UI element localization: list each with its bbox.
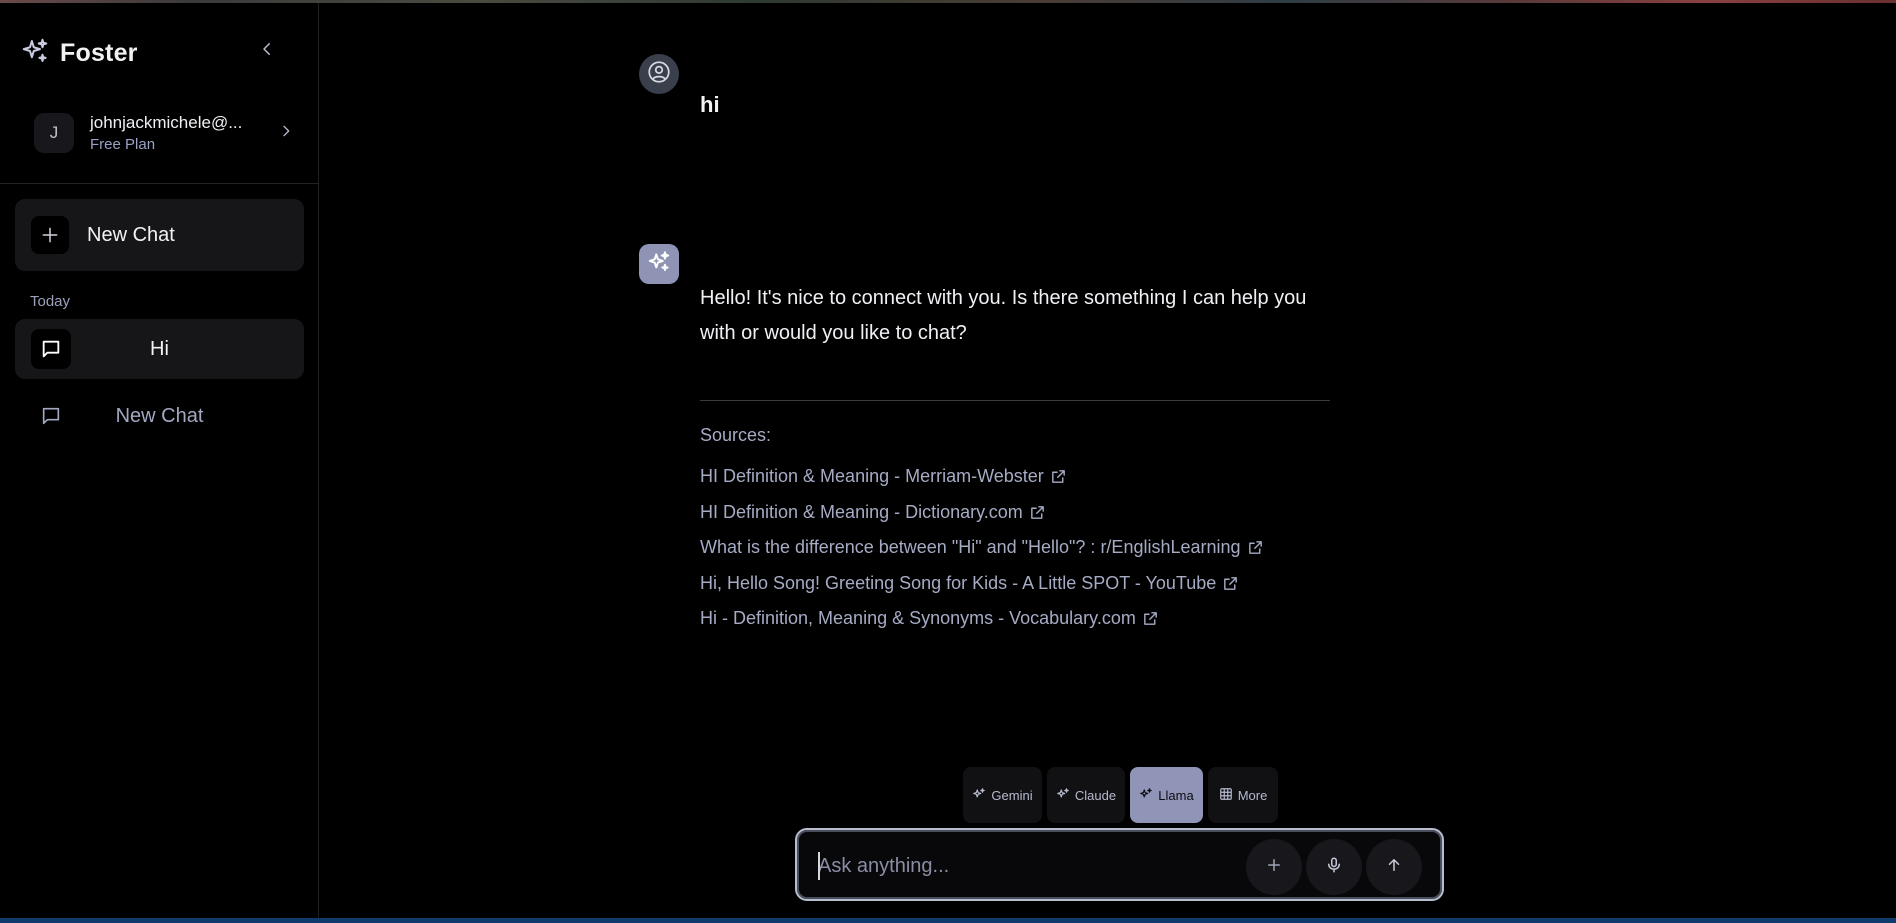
assistant-avatar [639,244,679,284]
plus-icon [1265,856,1283,879]
model-button-gemini[interactable]: Gemini [963,767,1042,823]
avatar: J [34,113,74,153]
external-link-icon [1247,539,1264,556]
send-button[interactable] [1366,839,1422,895]
plus-icon [31,216,69,254]
source-link[interactable]: Hi, Hello Song! Greeting Song for Kids -… [700,566,1264,602]
user-circle-icon [646,59,672,90]
chat-input[interactable] [818,848,1238,884]
brand: Foster [20,36,138,71]
external-link-icon [1142,610,1159,627]
sources-label: Sources: [700,425,772,445]
text-caret [818,852,820,880]
microphone-icon [1325,856,1343,879]
external-link-icon [1029,504,1046,521]
taskbar-strip [0,918,1896,923]
model-button-claude[interactable]: Claude [1047,767,1125,823]
account-menu[interactable]: J johnjackmichele@... Free Plan [34,111,294,155]
sparkles-icon [646,249,672,280]
sparkle-icon [972,787,986,804]
section-label-today: Today [30,293,71,310]
conversation-pane: hi Hello! It's nice to connect with you.… [320,3,1896,918]
chat-item-label: New Chat [115,404,204,427]
voice-input-button[interactable] [1306,839,1362,895]
chevron-left-icon [258,40,276,63]
attach-button[interactable] [1246,839,1302,895]
source-link[interactable]: HI Definition & Meaning - Dictionary.com [700,495,1264,531]
model-button-more[interactable]: More [1208,767,1278,823]
model-selector: Gemini Claude Llama More [963,767,1278,823]
sidebar: Foster J johnjackmichele@... Free Plan N… [0,3,319,918]
external-link-icon [1222,575,1239,592]
source-link[interactable]: Hi - Definition, Meaning & Synonyms - Vo… [700,601,1264,637]
chat-item-new-chat[interactable]: New Chat [15,386,304,446]
app-name: Foster [60,39,138,67]
user-message: hi [700,92,720,117]
collapse-sidebar-button[interactable] [254,38,280,64]
new-chat-button[interactable]: New Chat [15,199,304,271]
chat-item-hi[interactable]: Hi [15,319,304,379]
grid-icon [1219,787,1233,804]
source-link[interactable]: HI Definition & Meaning - Merriam-Webste… [700,459,1264,495]
sparkle-icon [1139,787,1153,804]
new-chat-label: New Chat [87,223,175,246]
composer [795,828,1444,901]
sources-list: HI Definition & Meaning - Merriam-Webste… [700,459,1264,637]
source-link[interactable]: What is the difference between "Hi" and … [700,530,1264,566]
chevron-right-icon [278,123,294,144]
account-email: johnjackmichele@... [90,113,243,132]
sparkle-icon [1056,787,1070,804]
sidebar-divider [0,183,319,184]
chat-item-label: Hi [150,337,169,360]
message-divider [700,400,1330,401]
external-link-icon [1050,468,1067,485]
arrow-up-icon [1385,856,1403,879]
model-button-llama[interactable]: Llama [1130,767,1203,823]
sparkles-logo-icon [20,36,50,71]
user-avatar [639,54,679,94]
account-plan: Free Plan [90,136,156,153]
assistant-message: Hello! It's nice to connect with you. Is… [700,287,1307,344]
